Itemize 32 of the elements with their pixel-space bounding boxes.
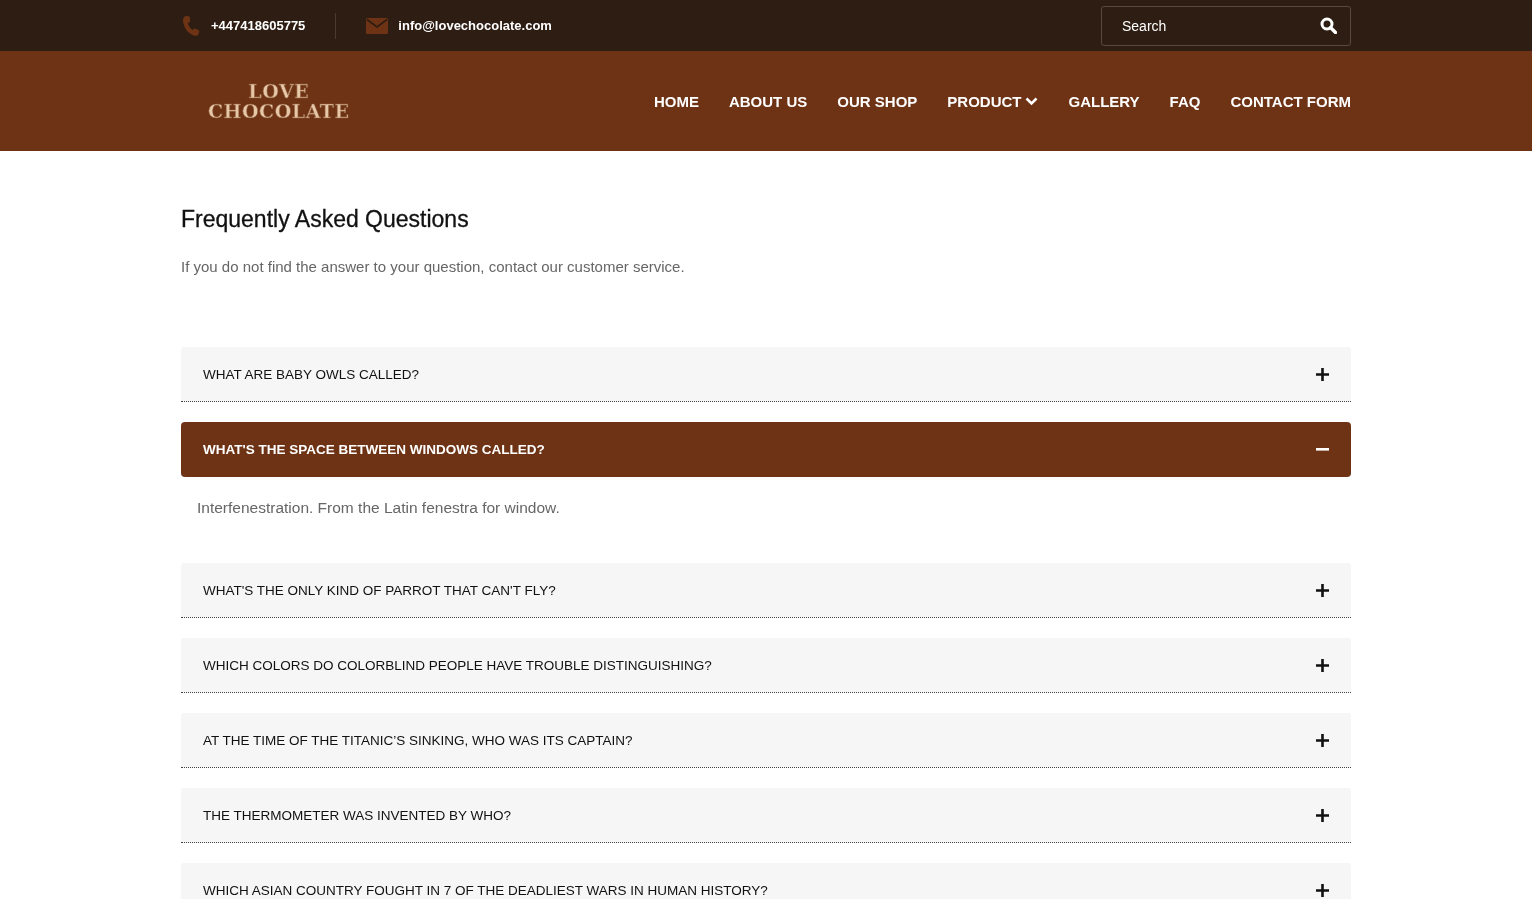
nav-link[interactable]: OUR SHOP [837, 92, 918, 110]
plus-icon [1316, 658, 1329, 672]
nav-link[interactable]: GALLERY [1068, 92, 1140, 110]
page-heading: Frequently Asked Questions [181, 206, 470, 233]
nav-link[interactable]: ABOUT US [728, 92, 808, 110]
faq-question[interactable]: WHICH COLORS DO COLORBLIND PEOPLE HAVE TROUBLE DISTINGUISHING? [181, 638, 1351, 693]
email-address[interactable]: info@lovechocolate.com [398, 18, 552, 33]
plus-icon [1316, 883, 1329, 897]
faq-question[interactable]: WHICH ASIAN COUNTRY FOUGHT IN 7 OF THE DEADLIEST WARS IN HUMAN HISTORY? [181, 863, 1351, 899]
search-field[interactable]: Search [1101, 5, 1351, 46]
faq-question[interactable]: WHAT'S THE ONLY KIND OF PARROT THAT CAN'T FLY? [181, 563, 1351, 618]
nav-link[interactable]: FAQ [1169, 92, 1201, 110]
nav-link[interactable]: HOME [653, 92, 699, 110]
phone-number[interactable]: +447418605775 [211, 18, 306, 33]
chevron-down-icon [1025, 96, 1039, 106]
plus-icon [1316, 733, 1329, 747]
envelope-icon [366, 17, 389, 34]
intro-text: If you do not find the answer to your question, contact our customer service. [181, 258, 686, 275]
nav-link[interactable]: CONTACT FORM [1230, 92, 1351, 110]
faq-question[interactable]: AT THE TIME OF THE TITANIC’S SINKING, WHO WAS ITS CAPTAIN? [181, 713, 1351, 768]
plus-icon [1316, 808, 1329, 822]
plus-icon [1316, 367, 1329, 381]
phone-icon [181, 15, 201, 36]
faq-question[interactable]: WHAT ARE BABY OWLS CALLED? [181, 347, 1351, 402]
nav-link[interactable]: PRODUCT [947, 92, 1039, 110]
logo-text[interactable]: LOVE [248, 81, 310, 101]
faq-answer: Interfenestration. From the Latin fenestra for window. [196, 498, 561, 518]
faq-question[interactable]: WHAT'S THE SPACE BETWEEN WINDOWS CALLED? [181, 422, 1351, 477]
search-icon[interactable] [1320, 16, 1337, 34]
plus-icon [1316, 583, 1329, 597]
faq-question[interactable]: THE THERMOMETER WAS INVENTED BY WHO? [181, 788, 1351, 843]
logo-text[interactable]: CHOCOLATE [208, 101, 350, 121]
